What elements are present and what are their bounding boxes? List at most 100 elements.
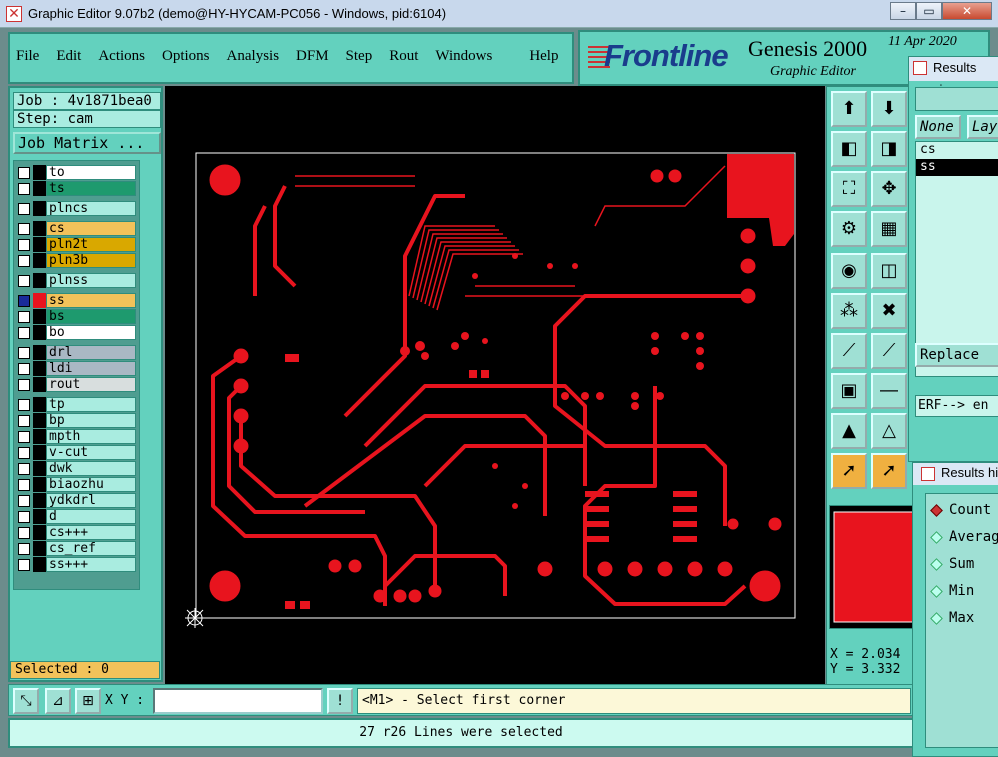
close-button[interactable]: ✕ [942, 2, 992, 20]
layer-name[interactable]: plnss [46, 273, 136, 288]
layer-name[interactable]: pln3b [46, 253, 136, 268]
layer-name[interactable]: ydkdrl [46, 493, 136, 508]
stat-option-0[interactable]: Count [930, 502, 991, 518]
layer-checkbox[interactable] [18, 462, 30, 475]
polygon-icon[interactable]: ▲ [831, 413, 867, 449]
layer-row-cs+++[interactable]: cs+++ [16, 525, 136, 540]
maximize-button[interactable]: ▭ [916, 2, 942, 20]
replace-button[interactable]: Replace [915, 343, 998, 367]
layer-checkbox[interactable] [18, 510, 30, 523]
layer-checkbox[interactable] [18, 414, 30, 427]
layer-row-ss[interactable]: ss [16, 293, 136, 308]
layer-name[interactable]: bs [46, 309, 136, 324]
layer-checkbox[interactable] [18, 446, 30, 459]
menu-dfm[interactable]: DFM [296, 48, 329, 65]
layer-row-plnss[interactable]: plnss [16, 273, 136, 288]
pan-left-icon[interactable]: ◧ [831, 131, 867, 167]
layer-checkbox[interactable] [18, 526, 30, 539]
net-select-icon[interactable]: ⁂ [831, 293, 867, 329]
snap-settings-icon[interactable]: ⚙ [831, 211, 867, 247]
layer-row-biaozhu[interactable]: biaozhu [16, 477, 136, 492]
layer-row-ydkdrl[interactable]: ydkdrl [16, 493, 136, 508]
layer-checkbox[interactable] [18, 222, 30, 235]
layer-checkbox[interactable] [18, 346, 30, 359]
layer-row-rout[interactable]: rout [16, 377, 136, 392]
layer-name[interactable]: bo [46, 325, 136, 340]
layer-row-ss+++[interactable]: ss+++ [16, 557, 136, 572]
none-button[interactable]: None [915, 115, 961, 139]
layer-row-pln3b[interactable]: pln3b [16, 253, 136, 268]
layer-name[interactable]: dwk [46, 461, 136, 476]
layer-name[interactable]: tp [46, 397, 136, 412]
menu-analysis[interactable]: Analysis [227, 48, 280, 65]
layer-button[interactable]: Lay [967, 115, 998, 139]
route-line-icon[interactable]: ⟋ [871, 333, 907, 369]
graphic-canvas[interactable] [165, 86, 825, 686]
alert-icon[interactable]: ! [327, 688, 353, 714]
mode-diag-icon[interactable]: ⤡ [13, 688, 39, 714]
stat-option-2[interactable]: Sum [930, 556, 974, 572]
layer-checkbox[interactable] [18, 478, 30, 491]
layer-checkbox[interactable] [18, 238, 30, 251]
fit-all-icon[interactable]: ⛶ [831, 171, 867, 207]
select-pad-icon[interactable]: ◉ [831, 253, 867, 289]
stat-option-4[interactable]: Max [930, 610, 974, 626]
layer-row-pln2t[interactable]: pln2t [16, 237, 136, 252]
layer-row-drl[interactable]: drl [16, 345, 136, 360]
radio-icon[interactable] [930, 530, 943, 544]
layer-row-v-cut[interactable]: v-cut [16, 445, 136, 460]
radio-icon[interactable] [930, 584, 943, 598]
layer-row-ts[interactable]: ts [16, 181, 136, 196]
layer-checkbox[interactable] [18, 310, 30, 323]
menu-edit[interactable]: Edit [56, 48, 81, 65]
mode-measure-icon[interactable]: ⊿ [45, 688, 71, 714]
layer-checkbox[interactable] [18, 430, 30, 443]
layer-checkbox[interactable] [18, 294, 30, 307]
layer-row-to[interactable]: to [16, 165, 136, 180]
radio-icon[interactable] [930, 557, 943, 571]
layer-checkbox[interactable] [18, 542, 30, 555]
layer-name[interactable]: ss [46, 293, 136, 308]
layer-row-tp[interactable]: tp [16, 397, 136, 412]
layer-checkbox[interactable] [18, 378, 30, 391]
xy-input[interactable] [153, 688, 323, 714]
layer-name[interactable]: plncs [46, 201, 136, 216]
layer-name[interactable]: cs [46, 221, 136, 236]
list-item[interactable]: ss [916, 159, 998, 176]
radio-icon[interactable] [930, 611, 943, 625]
layer-row-cs_ref[interactable]: cs_ref [16, 541, 136, 556]
draw-shape-icon[interactable]: ◫ [871, 253, 907, 289]
delete-feature-icon[interactable]: ✖ [871, 293, 907, 329]
layer-row-bs[interactable]: bs [16, 309, 136, 324]
overview-preview[interactable] [829, 505, 915, 629]
zoom-in-icon[interactable]: ✥ [871, 171, 907, 207]
layer-row-cs[interactable]: cs [16, 221, 136, 236]
layer-name[interactable]: drl [46, 345, 136, 360]
layer-row-bo[interactable]: bo [16, 325, 136, 340]
layer-name[interactable]: cs+++ [46, 525, 136, 540]
layer-row-ldi[interactable]: ldi [16, 361, 136, 376]
menu-windows[interactable]: Windows [435, 48, 492, 65]
layer-name[interactable]: biaozhu [46, 477, 136, 492]
menu-options[interactable]: Options [162, 48, 210, 65]
line-tool-icon[interactable]: ― [871, 373, 907, 409]
zoom-bottom-icon[interactable]: ⬇ [871, 91, 907, 127]
layer-checkbox[interactable] [18, 182, 30, 195]
layer-checkbox[interactable] [18, 494, 30, 507]
layer-checkbox[interactable] [18, 398, 30, 411]
grid-icon[interactable]: ▦ [871, 211, 907, 247]
layer-checkbox[interactable] [18, 362, 30, 375]
layer-row-bp[interactable]: bp [16, 413, 136, 428]
minimize-button[interactable]: – [890, 2, 916, 20]
layer-name[interactable]: bp [46, 413, 136, 428]
pointer-icon[interactable]: ➚ [831, 453, 867, 489]
layer-name[interactable]: ts [46, 181, 136, 196]
mode-grid-icon[interactable]: ⊞ [75, 688, 101, 714]
stat-option-1[interactable]: Averag [930, 529, 998, 545]
layer-checkbox[interactable] [18, 558, 30, 571]
layer-row-plncs[interactable]: plncs [16, 201, 136, 216]
stat-option-3[interactable]: Min [930, 583, 974, 599]
layer-name[interactable]: ss+++ [46, 557, 136, 572]
pointer-select-icon[interactable]: ➚ [871, 453, 907, 489]
layer-row-dwk[interactable]: dwk [16, 461, 136, 476]
